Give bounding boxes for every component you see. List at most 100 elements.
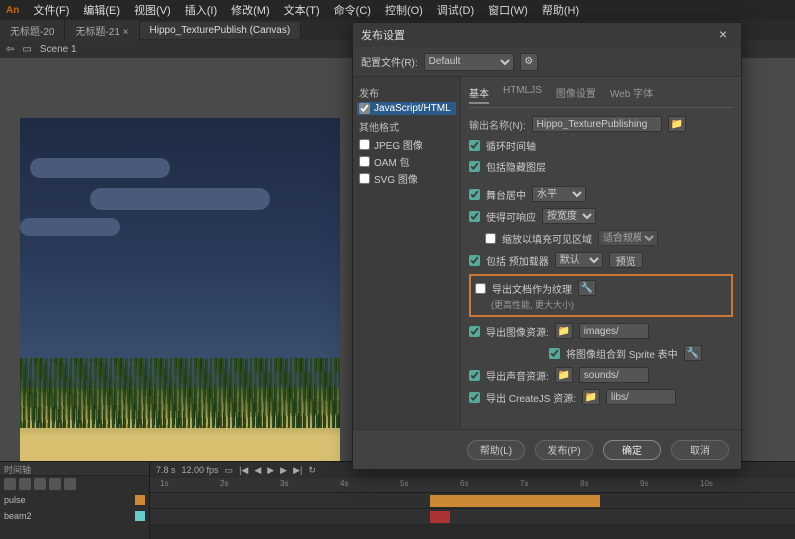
loop-checkbox[interactable]	[469, 140, 480, 151]
scene-icon[interactable]: ▭	[22, 44, 31, 55]
texture-checkbox[interactable]	[475, 283, 486, 294]
format-jshtml[interactable]: JavaScript/HTML	[357, 102, 456, 115]
publish-button[interactable]: 发布(P)	[535, 440, 593, 460]
preload-checkbox[interactable]	[469, 255, 480, 266]
oam-checkbox[interactable]	[359, 156, 370, 167]
svg-checkbox[interactable]	[359, 173, 370, 184]
responsive-label: 使得可响应	[486, 209, 536, 224]
tab-webfont[interactable]: Web 字体	[610, 85, 653, 104]
libs-path-input[interactable]	[606, 389, 676, 405]
section-other: 其他格式	[359, 119, 456, 134]
preload-select[interactable]: 默认	[555, 252, 603, 268]
tool-icon[interactable]	[34, 478, 46, 490]
tool-icon[interactable]	[19, 478, 31, 490]
menu-edit[interactable]: 编辑(E)	[83, 2, 120, 18]
createjs-label: 导出 CreateJS 资源:	[486, 390, 576, 405]
texture-note: (更高性能, 更大大小)	[491, 298, 727, 311]
menu-control[interactable]: 控制(O)	[385, 2, 423, 18]
doc-tab[interactable]: 无标题-21 ×	[65, 20, 139, 41]
menu-window[interactable]: 窗口(W)	[488, 2, 528, 18]
keyframe[interactable]	[430, 511, 450, 523]
app-logo: An	[6, 5, 19, 16]
images-path-input[interactable]	[579, 323, 649, 339]
menu-commands[interactable]: 命令(C)	[334, 2, 371, 18]
ok-button[interactable]: 确定	[603, 440, 661, 460]
scale-checkbox[interactable]	[485, 233, 496, 244]
tab-image[interactable]: 图像设置	[556, 85, 596, 104]
cancel-button[interactable]: 取消	[671, 440, 729, 460]
section-publish: 发布	[359, 85, 456, 100]
gear-icon[interactable]: ⚙	[520, 53, 538, 71]
last-frame-icon[interactable]: ▶|	[293, 465, 302, 476]
track-row[interactable]	[150, 508, 795, 524]
tool-icon[interactable]	[49, 478, 61, 490]
grass-graphic	[20, 358, 340, 428]
back-icon[interactable]: ⇦	[6, 44, 14, 55]
profile-select[interactable]: Default	[424, 53, 514, 71]
wrench-icon[interactable]: 🔧	[578, 280, 596, 296]
createjs-checkbox[interactable]	[469, 392, 480, 403]
folder-icon[interactable]: 📁	[555, 323, 573, 339]
format-svg[interactable]: SVG 图像	[357, 170, 456, 187]
texture-highlight: 导出文档作为纹理 🔧 (更高性能, 更大大小)	[469, 274, 733, 317]
menu-bar: An 文件(F) 编辑(E) 视图(V) 插入(I) 修改(M) 文本(T) 命…	[0, 0, 795, 20]
prev-frame-icon[interactable]: ◀	[254, 465, 261, 476]
tool-icon[interactable]	[64, 478, 76, 490]
timeline-ruler[interactable]: 1s 2s 3s 4s 5s 6s 7s 8s 9s 10s	[150, 478, 795, 492]
play-icon[interactable]: ▶	[267, 465, 274, 476]
menu-text[interactable]: 文本(T)	[284, 2, 320, 18]
tab-basic[interactable]: 基本	[469, 85, 489, 104]
format-label: JPEG 图像	[374, 137, 423, 152]
folder-icon[interactable]: 📁	[668, 116, 686, 132]
jshtml-checkbox[interactable]	[359, 103, 370, 114]
zoom-icon[interactable]: ▭	[225, 465, 234, 476]
hidden-checkbox[interactable]	[469, 161, 480, 172]
menu-file[interactable]: 文件(F)	[33, 2, 69, 18]
menu-modify[interactable]: 修改(M)	[231, 2, 270, 18]
timeline-tools	[0, 476, 149, 492]
center-select[interactable]: 水平	[532, 186, 586, 202]
wrench-icon[interactable]: 🔧	[684, 345, 702, 361]
doc-tab-active[interactable]: Hippo_TexturePublish (Canvas)	[140, 22, 302, 39]
center-checkbox[interactable]	[469, 189, 480, 200]
menu-help[interactable]: 帮助(H)	[542, 2, 579, 18]
ruler-tick: 1s	[160, 479, 168, 488]
track-row[interactable]	[150, 492, 795, 508]
loop-icon[interactable]: ↻	[308, 465, 316, 476]
ruler-tick: 9s	[640, 479, 648, 488]
output-name-input[interactable]	[532, 116, 662, 132]
responsive-checkbox[interactable]	[469, 211, 480, 222]
format-oam[interactable]: OAM 包	[357, 153, 456, 170]
dialog-titlebar[interactable]: 发布设置 ×	[353, 23, 741, 47]
stage[interactable]	[20, 118, 340, 461]
jpeg-checkbox[interactable]	[359, 139, 370, 150]
menu-view[interactable]: 视图(V)	[134, 2, 171, 18]
images-label: 导出图像资源:	[486, 324, 549, 339]
sounds-checkbox[interactable]	[469, 370, 480, 381]
format-label: OAM 包	[374, 154, 410, 169]
menu-debug[interactable]: 调试(D)	[437, 2, 474, 18]
first-frame-icon[interactable]: |◀	[239, 465, 248, 476]
tool-icon[interactable]	[4, 478, 16, 490]
sprite-checkbox[interactable]	[549, 348, 560, 359]
help-button[interactable]: 帮助(L)	[467, 440, 525, 460]
tab-htmljs[interactable]: HTMLJS	[503, 85, 542, 104]
folder-icon[interactable]: 📁	[582, 389, 600, 405]
layer-row[interactable]: pulse	[0, 492, 149, 508]
settings-panel: 基本 HTMLJS 图像设置 Web 字体 输出名称(N): 📁 循环时间轴 包…	[461, 77, 741, 429]
ruler-tick: 8s	[580, 479, 588, 488]
responsive-select[interactable]: 按宽度	[542, 208, 596, 224]
doc-tab[interactable]: 无标题-20	[0, 20, 65, 41]
close-icon[interactable]: ×	[719, 28, 733, 42]
folder-icon[interactable]: 📁	[555, 367, 573, 383]
scene-label[interactable]: Scene 1	[40, 44, 77, 55]
preload-label: 包括 预加载器	[486, 253, 549, 268]
preview-button[interactable]: 预览	[609, 252, 643, 268]
images-checkbox[interactable]	[469, 326, 480, 337]
frame-span[interactable]	[430, 495, 600, 507]
format-jpeg[interactable]: JPEG 图像	[357, 136, 456, 153]
layer-row[interactable]: beam2	[0, 508, 149, 524]
sounds-path-input[interactable]	[579, 367, 649, 383]
next-frame-icon[interactable]: ▶	[280, 465, 287, 476]
menu-insert[interactable]: 插入(I)	[185, 2, 217, 18]
